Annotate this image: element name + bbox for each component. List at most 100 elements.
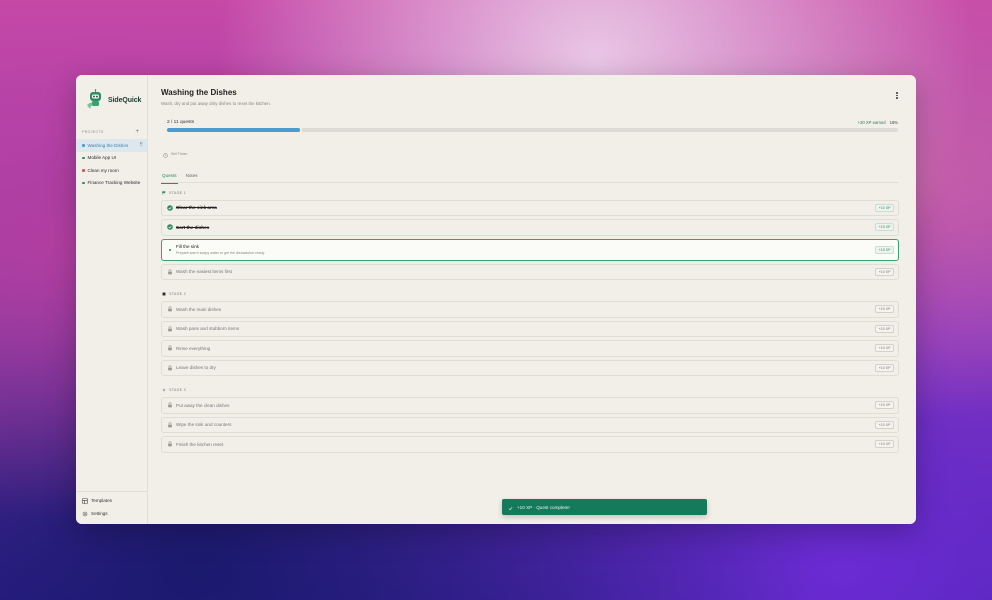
project-color-dot [82,169,85,172]
tab-notes[interactable]: Notes [185,173,198,183]
xp-badge: +10 XP [875,344,894,353]
stage-label: STAGE 2 [169,292,187,296]
xp-earned-label: +20 XP earned [857,120,886,125]
settings-link[interactable]: Settings [76,507,147,520]
quest-item-locked[interactable]: Wipe the sink and counters +10 XP [161,416,899,433]
set-timer-label: Set Timer [171,151,188,156]
page-subtitle: Wash, dry and put away dirty dishes to r… [161,101,271,106]
progress-summary: 2 / 11 quests +20 XP earned 18% [161,120,899,125]
xp-badge: +10 XP [875,440,894,449]
project-color-dot [82,144,85,147]
lock-icon [167,402,173,408]
quest-name: Sort the dishes [176,224,210,230]
lock-icon [167,326,173,332]
square-icon [162,292,166,296]
sparkle-icon [162,388,166,392]
add-project-button[interactable]: + [135,129,139,135]
active-dot-icon[interactable] [167,247,173,253]
app-name: SideQuick [108,96,142,104]
tab-bar: Quests Notes [161,173,899,184]
sidebar-item-finance-tracking-website[interactable]: Finance Tracking Website [76,177,147,190]
lock-icon [167,306,173,312]
quest-name: Clear the sink area [176,205,217,211]
sidebar: SideQuick PROJECTS + Washing the Dishes … [76,75,148,524]
xp-badge: +10 XP [875,324,894,333]
gear-icon [82,511,88,517]
flag-icon [162,190,166,195]
quest-name: Rinse everything [176,345,211,351]
more-options-icon[interactable] [896,92,898,99]
xp-badge: +10 XP [875,203,894,212]
xp-badge: +10 XP [875,245,894,254]
clock-icon [163,145,168,163]
quest-item-locked[interactable]: Rinse everything +10 XP [161,340,899,357]
quest-name: Wash the main dishes [176,306,222,312]
quest-name: Wash the easiest items first [176,269,232,275]
quest-item-locked[interactable]: Wash the main dishes +10 XP [161,301,899,318]
quest-item-current[interactable]: Fill the sink Prepare warm soapy water o… [161,238,899,261]
lock-icon [167,365,173,371]
quest-item-locked[interactable]: Wash pans and stubborn items +10 XP [161,320,899,337]
quest-item-locked[interactable]: Finish the kitchen reset +10 XP [161,436,899,453]
lock-icon [167,422,173,428]
sidebar-item-label: Finance Tracking Website [87,180,141,186]
quest-item-locked[interactable]: Put away the clean dishes +10 XP [161,397,899,414]
quest-count: 2 / 11 quests [167,120,195,125]
quest-item[interactable]: Sort the dishes +10 XP [161,219,899,236]
quest-text: Fill the sink Prepare warm soapy water o… [176,244,265,255]
toast-notification[interactable]: +10 XP · Quest complete! [502,499,707,515]
quest-name: Fill the sink [176,244,199,249]
project-color-dot [82,181,85,184]
quest-name: Put away the clean dishes [176,402,230,408]
stage-header: STAGE 2 [161,290,899,298]
xp-badge: +10 XP [875,363,894,372]
app-window: SideQuick PROJECTS + Washing the Dishes … [76,75,916,524]
check-circle-icon[interactable] [167,204,173,211]
progress-percent: 18% [889,120,898,125]
robot-logo-icon [85,89,105,111]
stage-label: STAGE 3 [169,388,187,392]
lock-icon [167,269,173,275]
quest-item[interactable]: Clear the sink area +10 XP [161,199,899,216]
stage-label: STAGE 1 [169,190,187,195]
settings-label: Settings [91,511,108,516]
progress-fill [167,128,301,132]
xp-earned: +20 XP earned 18% [858,120,898,125]
projects-header: PROJECTS + [76,121,147,135]
check-icon [508,498,513,516]
templates-icon [82,497,88,504]
xp-badge: +10 XP [875,420,894,429]
set-timer-button[interactable]: Set Timer [163,145,899,163]
toast-message: +10 XP · Quest complete! [517,504,570,510]
xp-badge: +10 XP [875,305,894,314]
quest-item-locked[interactable]: Leave dishes to dry +10 XP [161,359,899,376]
xp-badge: +10 XP [875,401,894,410]
sidebar-item-label: Washing the Dishes [87,142,129,148]
progress-divider [300,127,303,132]
sidebar-item-washing-the-dishes[interactable]: Washing the Dishes ⠿ [76,139,147,152]
tab-quests[interactable]: Quests [161,173,178,184]
sidebar-footer: Templates Settings [76,491,147,520]
templates-label: Templates [91,498,112,503]
stage-header: STAGE 1 [161,189,899,197]
quest-name: Leave dishes to dry [176,365,216,371]
quest-name: Wash pans and stubborn items [176,326,240,332]
quest-name: Finish the kitchen reset [176,441,224,447]
sidebar-item-label: Clean my room [87,167,119,173]
quest-item-locked[interactable]: Wash the easiest items first +10 XP [161,263,899,280]
check-circle-icon[interactable] [167,224,173,231]
stage-header: STAGE 3 [161,386,899,394]
page-title: Washing the Dishes [161,88,237,97]
app-logo[interactable]: SideQuick [76,75,147,115]
lock-icon [167,345,173,351]
projects-label: PROJECTS [82,130,104,134]
project-color-dot [82,156,85,159]
progress-bar [167,127,898,132]
sidebar-item-mobile-app-ui[interactable]: Mobile App UI [76,152,147,165]
lock-icon [167,441,173,447]
main-content: Washing the Dishes Wash, dry and put awa… [148,75,916,524]
sidebar-item-clean-my-room[interactable]: Clean my room [76,164,147,177]
templates-link[interactable]: Templates [76,494,147,507]
sidebar-item-label: Mobile App UI [87,155,117,161]
drag-handle-icon[interactable]: ⠿ [139,142,143,148]
